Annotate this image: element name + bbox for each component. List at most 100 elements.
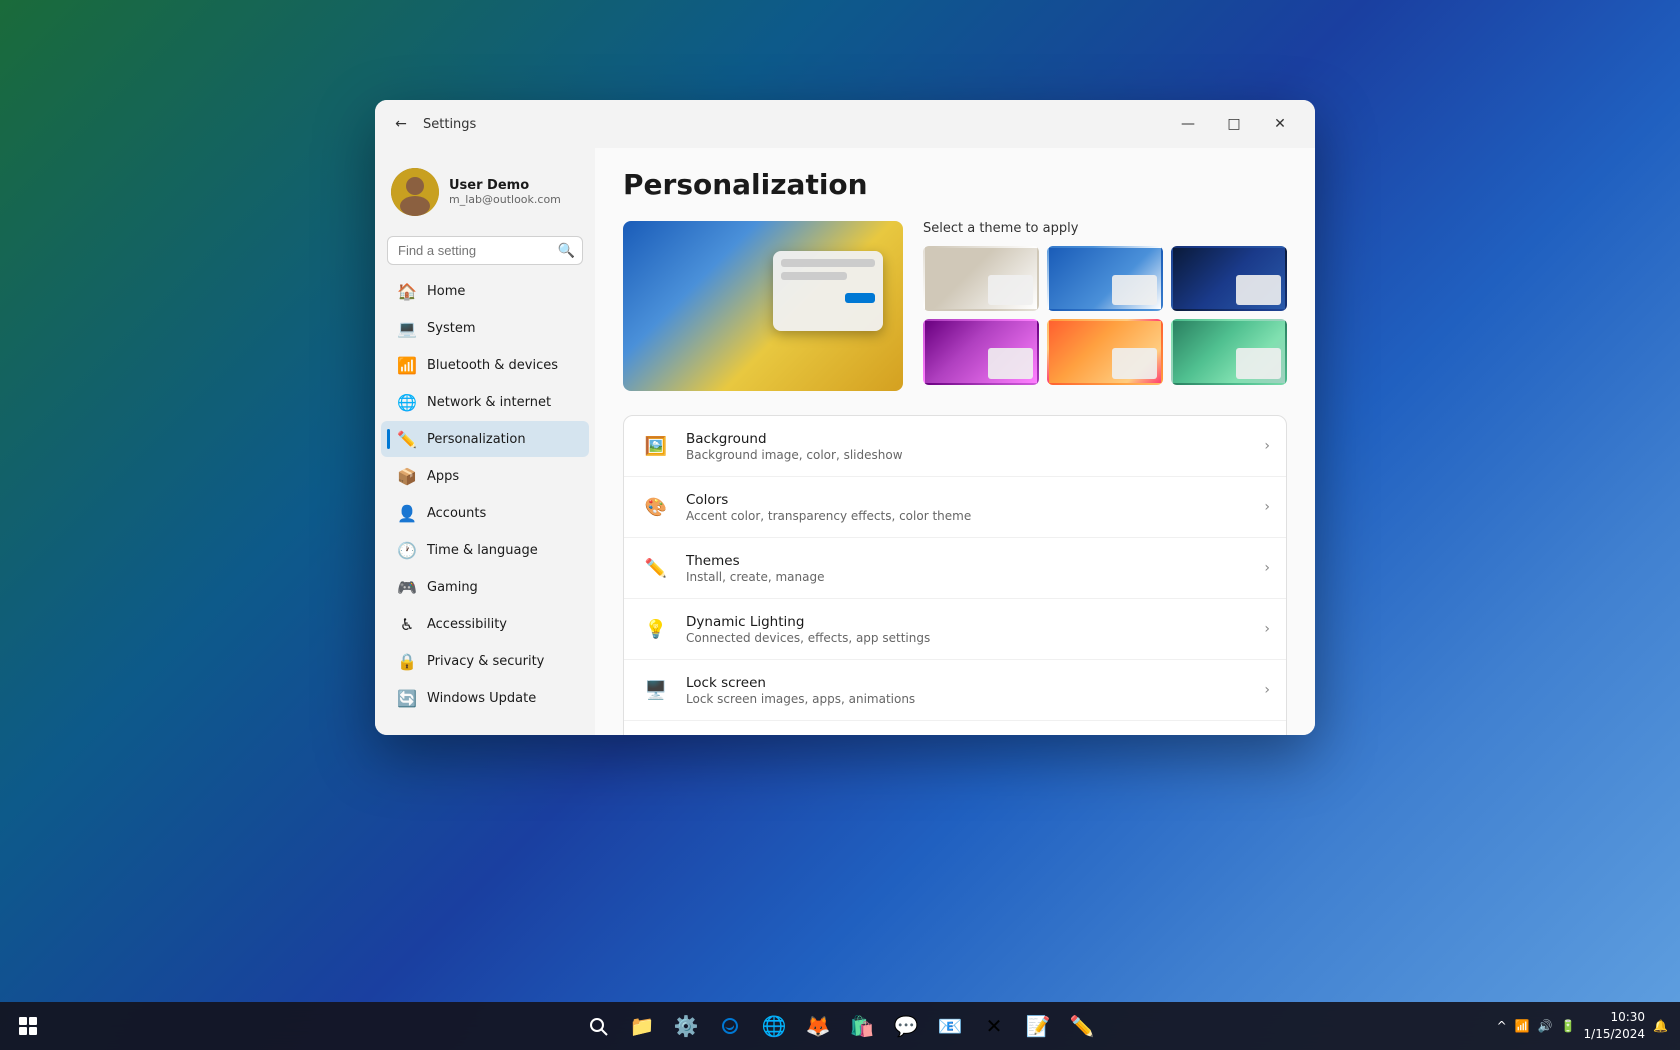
settings-row-colors[interactable]: 🎨ColorsAccent color, transparency effect… <box>624 477 1286 538</box>
theme-t6[interactable] <box>1171 319 1287 384</box>
theme-select-label: Select a theme to apply <box>923 221 1287 236</box>
lock-screen-icon: 🖥️ <box>640 674 672 706</box>
taskbar-store[interactable]: 🛍️ <box>842 1006 882 1046</box>
sidebar-item-system[interactable]: 💻System <box>381 310 589 346</box>
update-icon: 🔄 <box>397 688 417 708</box>
sidebar-item-label-gaming: Gaming <box>427 580 478 595</box>
background-chevron: › <box>1264 438 1270 454</box>
system-clock[interactable]: 10:30 1/15/2024 <box>1584 1009 1646 1043</box>
background-subtitle: Background image, color, slideshow <box>686 448 1250 462</box>
themes-title: Themes <box>686 553 1250 569</box>
taskbar-notepad[interactable]: 📝 <box>1018 1006 1058 1046</box>
search-icon[interactable]: 🔍 <box>558 243 575 259</box>
settings-row-background[interactable]: 🖼️ BackgroundBackground image, color, sli… <box>624 416 1286 477</box>
search-box: 🔍 <box>387 236 583 265</box>
clock-date: 1/15/2024 <box>1584 1026 1646 1043</box>
settings-row-text-input[interactable]: ⌨️Text inputTouch keyboard, voice typing… <box>624 721 1286 735</box>
theme-grid <box>923 246 1287 385</box>
settings-body: User Demo m_lab@outlook.com 🔍 🏠Home💻Syst… <box>375 148 1315 735</box>
dynamic-lighting-subtitle: Connected devices, effects, app settings <box>686 631 1250 645</box>
taskbar-x[interactable]: ✕ <box>974 1006 1014 1046</box>
sidebar-item-accounts[interactable]: 👤Accounts <box>381 495 589 531</box>
sidebar-item-label-privacy: Privacy & security <box>427 654 544 669</box>
theme-preview <box>623 221 903 391</box>
taskbar-outlook[interactable]: 📧 <box>930 1006 970 1046</box>
sidebar: User Demo m_lab@outlook.com 🔍 🏠Home💻Syst… <box>375 148 595 735</box>
settings-row-lock-screen[interactable]: 🖥️ Lock screenLock screen images, apps, a… <box>624 660 1286 721</box>
sidebar-item-label-bluetooth: Bluetooth & devices <box>427 358 558 373</box>
theme-mini-window-t5 <box>1112 348 1157 379</box>
preview-line-1 <box>781 259 875 267</box>
desktop: ← Settings — □ ✕ <box>0 0 1680 1050</box>
system-icon: 💻 <box>397 318 417 338</box>
sidebar-item-personalization[interactable]: ✏️ Personalization <box>381 421 589 457</box>
theme-t5[interactable] <box>1047 319 1163 384</box>
taskbar-teams[interactable]: 💬 <box>886 1006 926 1046</box>
dynamic-lighting-text: Dynamic LightingConnected devices, effec… <box>686 614 1250 645</box>
search-input[interactable] <box>387 236 583 265</box>
sidebar-item-gaming[interactable]: 🎮 Gaming <box>381 569 589 605</box>
sidebar-item-privacy[interactable]: 🔒 Privacy & security <box>381 643 589 679</box>
sidebar-item-update[interactable]: 🔄Windows Update <box>381 680 589 716</box>
themes-subtitle: Install, create, manage <box>686 570 1250 584</box>
sidebar-item-accessibility[interactable]: ♿Accessibility <box>381 606 589 642</box>
main-content: Personalization Select a theme to apply <box>595 148 1315 735</box>
preview-line-2 <box>781 272 847 280</box>
taskbar-pen[interactable]: ✏️ <box>1062 1006 1102 1046</box>
theme-t4[interactable] <box>923 319 1039 384</box>
taskbar-center: 📁 ⚙️ 🌐 🦊 🛍️ 💬 📧 ✕ 📝 ✏️ <box>578 1006 1102 1046</box>
tray-volume[interactable]: 🔊 <box>1538 1019 1553 1033</box>
close-button[interactable]: ✕ <box>1257 108 1303 140</box>
avatar <box>391 168 439 216</box>
sidebar-item-time[interactable]: 🕐Time & language <box>381 532 589 568</box>
settings-row-dynamic-lighting[interactable]: 💡 Dynamic LightingConnected devices, effe… <box>624 599 1286 660</box>
maximize-button[interactable]: □ <box>1211 108 1257 140</box>
sidebar-item-apps[interactable]: 📦Apps <box>381 458 589 494</box>
tray-network[interactable]: 📶 <box>1515 1019 1530 1033</box>
sidebar-item-network[interactable]: 🌐Network & internet <box>381 384 589 420</box>
theme-t3[interactable] <box>1171 246 1287 311</box>
sidebar-item-home[interactable]: 🏠Home <box>381 273 589 309</box>
show-hidden-icons[interactable]: ^ <box>1497 1019 1507 1033</box>
background-icon: 🖼️ <box>640 430 672 462</box>
title-bar: ← Settings — □ ✕ <box>375 100 1315 148</box>
personalization-icon: ✏️ <box>397 429 417 449</box>
taskbar-chrome[interactable]: 🌐 <box>754 1006 794 1046</box>
background-text: BackgroundBackground image, color, slide… <box>686 431 1250 462</box>
page-title: Personalization <box>623 168 1287 201</box>
lock-screen-subtitle: Lock screen images, apps, animations <box>686 692 1250 706</box>
taskbar-left <box>0 1006 48 1046</box>
minimize-button[interactable]: — <box>1165 108 1211 140</box>
privacy-icon: 🔒 <box>397 651 417 671</box>
background-title: Background <box>686 431 1250 447</box>
back-button[interactable]: ← <box>387 110 415 138</box>
taskbar: 📁 ⚙️ 🌐 🦊 🛍️ 💬 📧 ✕ 📝 ✏️ ^ 📶 🔊 🔋 1 <box>0 1002 1680 1050</box>
theme-mini-window-t3 <box>1236 275 1281 306</box>
sidebar-item-label-accessibility: Accessibility <box>427 617 507 632</box>
notification-center[interactable]: 🔔 <box>1653 1019 1668 1033</box>
themes-icon: ✏️ <box>640 552 672 584</box>
user-info: User Demo m_lab@outlook.com <box>449 178 579 206</box>
window-controls: — □ ✕ <box>1165 108 1303 140</box>
theme-t2[interactable] <box>1047 246 1163 311</box>
sidebar-item-label-personalization: Personalization <box>427 432 526 447</box>
dynamic-lighting-icon: 💡 <box>640 613 672 645</box>
lock-screen-title: Lock screen <box>686 675 1250 691</box>
sidebar-item-bluetooth[interactable]: 📶Bluetooth & devices <box>381 347 589 383</box>
tray-battery[interactable]: 🔋 <box>1561 1019 1576 1033</box>
preview-button <box>845 293 875 303</box>
themes-chevron: › <box>1264 560 1270 576</box>
start-button[interactable] <box>8 1006 48 1046</box>
taskbar-settings[interactable]: ⚙️ <box>666 1006 706 1046</box>
taskbar-edge[interactable] <box>710 1006 750 1046</box>
sidebar-item-label-accounts: Accounts <box>427 506 486 521</box>
taskbar-search[interactable] <box>578 1006 618 1046</box>
theme-t1[interactable] <box>923 246 1039 311</box>
colors-text: ColorsAccent color, transparency effects… <box>686 492 1250 523</box>
taskbar-file-explorer[interactable]: 📁 <box>622 1006 662 1046</box>
settings-row-themes[interactable]: ✏️ ThemesInstall, create, manage › <box>624 538 1286 599</box>
user-profile[interactable]: User Demo m_lab@outlook.com <box>375 156 595 232</box>
taskbar-firefox[interactable]: 🦊 <box>798 1006 838 1046</box>
theme-mini-window-t4 <box>988 348 1033 379</box>
gaming-icon: 🎮 <box>397 577 417 597</box>
